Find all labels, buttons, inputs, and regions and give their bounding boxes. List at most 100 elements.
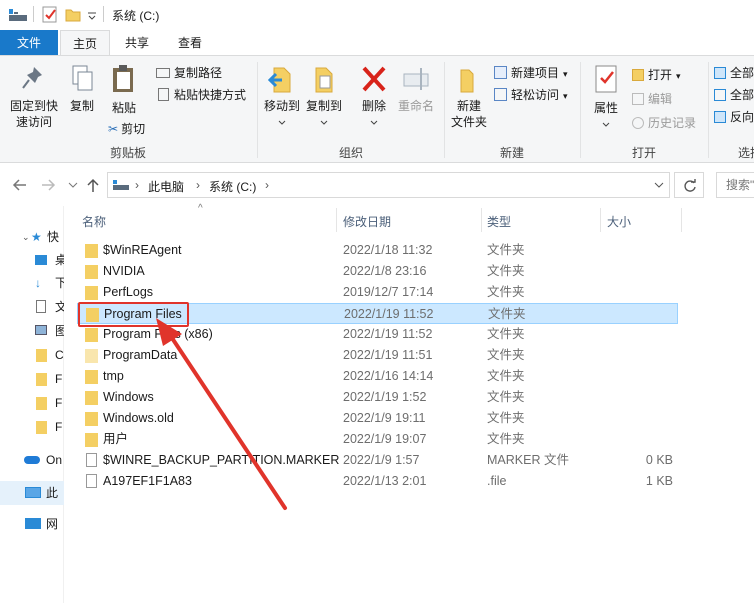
folder-icon [85,370,98,384]
column-type[interactable]: 类型 [487,213,511,230]
nav-folder-c[interactable]: C [0,344,64,366]
file-name: tmp [103,369,124,383]
file-date: 2022/1/8 23:16 [343,264,427,278]
column-divider [481,208,482,232]
computer-icon [25,487,41,498]
file-row[interactable]: Windows 2022/1/19 1:52 文件夹 [77,387,678,408]
nav-network[interactable]: 网 [0,513,64,535]
file-size [597,387,673,408]
file-size [598,304,674,325]
nav-downloads[interactable]: ↓ 下 [0,272,64,294]
new-item-button[interactable]: 新建项目 ▾ [494,64,568,82]
edit-icon [632,93,644,105]
nav-folder-f2[interactable]: F [0,392,64,414]
paste-shortcut-label: 粘贴快捷方式 [174,88,247,102]
file-row[interactable]: tmp 2022/1/16 14:14 文件夹 [77,366,678,387]
new-folder-button[interactable]: 新建 文件夹 [448,64,490,130]
back-arrow-icon[interactable] [12,178,28,192]
copy-path-button[interactable]: 复制路径 [156,64,222,82]
nav-label: 此 [46,486,59,500]
edit-button[interactable]: 编辑 [632,90,672,108]
file-row[interactable]: PerfLogs 2019/12/7 17:14 文件夹 [77,282,678,303]
file-type: 文件夹 [487,411,525,425]
search-input[interactable]: 搜索" [716,172,754,198]
file-row[interactable]: $WINRE_BACKUP_PARTITION.MARKER 2022/1/9 1… [77,450,678,471]
tab-home[interactable]: 主页 [60,30,110,56]
file-size [597,429,673,450]
address-dropdown-chevron-icon[interactable] [654,182,664,190]
annotation-highlight-box [78,302,189,327]
nav-pictures[interactable]: 图 [0,320,64,342]
drive-icon [9,9,27,21]
delete-x-icon [362,66,386,92]
file-type: 文件夹 [487,369,525,383]
breadcrumb-drive[interactable]: 系统 (C:) [209,178,256,195]
breadcrumb-this-pc[interactable]: 此电脑 [148,178,184,195]
chevron-down-icon: ▾ [563,69,568,79]
tab-share[interactable]: 共享 [112,30,162,56]
tab-view[interactable]: 查看 [164,30,216,56]
open-button[interactable]: 打开 ▾ [632,66,681,84]
move-to-icon [267,67,291,93]
properties-quick-icon[interactable] [42,6,58,23]
nav-this-pc[interactable]: 此 [0,481,64,505]
folder-icon [85,265,98,279]
forward-arrow-icon[interactable] [40,178,56,192]
nav-label: F [55,372,63,386]
copy-to-icon [315,67,333,93]
easy-access-button[interactable]: 轻松访问 ▾ [494,86,568,104]
refresh-button[interactable] [674,172,704,198]
nav-quick-access[interactable]: ⌄ ★ 快 [0,226,64,248]
column-name[interactable]: 名称 [82,213,106,230]
rename-button[interactable]: 重命名 [396,64,436,114]
file-type: 文件夹 [487,327,525,341]
delete-button[interactable]: 删除 [356,64,392,130]
file-row[interactable]: NVIDIA 2022/1/8 23:16 文件夹 [77,261,678,282]
rename-icon [403,68,429,90]
nav-onedrive[interactable]: On [0,449,64,471]
properties-button[interactable]: 属性 [586,64,626,132]
file-row[interactable]: A197EF1F1A83 2022/1/13 2:01 .file 1 KB [77,471,678,492]
nav-desktop[interactable]: 桌 [0,249,64,271]
paste-label: 粘贴 [111,101,136,115]
pin-icon [22,67,42,89]
nav-folder-f3[interactable]: F [0,416,64,438]
file-row[interactable]: $WinREAgent 2022/1/18 11:32 文件夹 [77,240,678,261]
customize-quick-access-icon[interactable] [87,10,97,20]
tab-file[interactable]: 文件 [0,30,58,56]
file-row[interactable]: ProgramData 2022/1/19 11:51 文件夹 [77,345,678,366]
file-size: 1 KB [645,474,673,488]
nav-folder-f1[interactable]: F [0,368,64,390]
invert-selection-button[interactable]: 反向 [714,108,754,126]
column-date[interactable]: 修改日期 [343,213,391,230]
pin-to-quick-access-button[interactable]: 固定到快 速访问 [6,64,62,130]
history-icon [632,117,644,129]
paste-button[interactable]: 粘贴 [104,64,144,116]
copy-button[interactable]: 复制 [64,64,100,114]
nav-documents[interactable]: 文 [0,296,64,318]
file-type: MARKER 文件 [487,453,569,467]
nav-label: 快 [47,230,60,244]
folder-icon [85,286,98,300]
move-to-button[interactable]: 移动到 [262,64,302,130]
folder-icon [36,397,47,410]
select-all-button[interactable]: 全部 [714,64,754,82]
up-arrow-icon[interactable] [86,177,100,193]
address-bar[interactable]: › 此电脑 › 系统 (C:) › [107,172,670,198]
history-button[interactable]: 历史记录 [632,114,696,132]
file-type: 文件夹 [487,243,525,257]
paste-shortcut-button[interactable]: 粘贴快捷方式 [158,86,246,104]
select-none-button[interactable]: 全部 [714,86,754,104]
invert-selection-label: 反向 [730,110,754,124]
file-row[interactable]: Program Files (x86) 2022/1/19 11:52 文件夹 [77,324,678,345]
chevron-down-icon [602,122,610,127]
cut-button[interactable]: ✂ 剪切 [108,120,145,138]
new-folder-quick-icon[interactable] [65,7,81,22]
column-size[interactable]: 大小 [607,213,631,230]
nav-label: F [55,396,63,410]
recent-locations-chevron-icon[interactable] [68,182,78,190]
file-row[interactable]: 用户 2022/1/9 19:07 文件夹 [77,429,678,450]
file-row[interactable]: Windows.old 2022/1/9 19:11 文件夹 [77,408,678,429]
copy-to-button[interactable]: 复制到 [304,64,344,130]
folder-icon [36,349,47,362]
